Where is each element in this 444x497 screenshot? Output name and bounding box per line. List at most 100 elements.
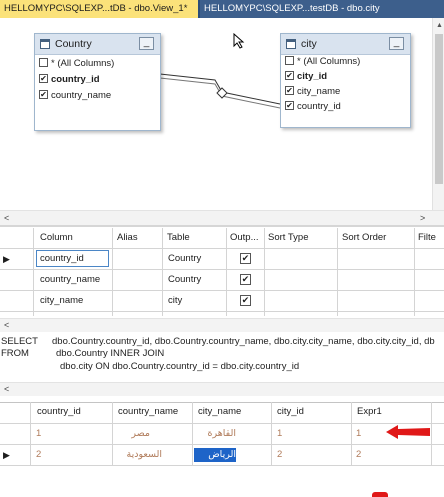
- header-alias[interactable]: Alias: [117, 230, 138, 246]
- criteria-table-cell[interactable]: Country: [168, 251, 201, 267]
- grid-line: [0, 290, 444, 291]
- grid-line: [0, 444, 444, 445]
- red-annotation-mark: [372, 492, 388, 497]
- grid-line: [337, 228, 338, 316]
- column-label: country_id: [297, 101, 341, 112]
- sql-from-line[interactable]: dbo.Country INNER JOIN: [56, 348, 164, 360]
- join-line[interactable]: [160, 60, 290, 120]
- scroll-up-arrow-icon[interactable]: ▲: [436, 22, 443, 29]
- tab-city-table[interactable]: HELLOMYPC\SQLEXP...testDB - dbo.city: [200, 0, 444, 18]
- result-header-country-id[interactable]: country_id: [37, 403, 81, 421]
- criteria-table-cell[interactable]: city: [168, 293, 182, 309]
- grid-line: [30, 402, 31, 466]
- result-header-city-id[interactable]: city_id: [277, 403, 304, 421]
- header-output[interactable]: Outp...: [230, 230, 259, 246]
- criteria-column-cell[interactable]: city_name: [40, 293, 83, 309]
- scroll-left-arrow-icon[interactable]: <: [4, 320, 9, 330]
- sql-pane[interactable]: SELECT dbo.Country.country_id, dbo.Count…: [0, 334, 444, 378]
- result-header-country-name[interactable]: country_name: [118, 403, 178, 421]
- result-header-expr1[interactable]: Expr1: [357, 403, 382, 421]
- output-checkbox[interactable]: ✔: [240, 253, 251, 264]
- column-item-country-id[interactable]: ✔ country_id: [39, 73, 100, 89]
- result-cell-expr1[interactable]: 2: [356, 446, 361, 464]
- country-table-header[interactable]: Country _: [35, 34, 160, 55]
- header-table[interactable]: Table: [167, 230, 190, 246]
- column-item-city-name[interactable]: ✔ city_name: [285, 85, 340, 101]
- sql-join-line[interactable]: dbo.city ON dbo.Country.country_id = dbo…: [60, 361, 299, 373]
- criteria-column-cell[interactable]: country_id: [36, 250, 109, 267]
- result-cell-city-name[interactable]: القاهرة: [196, 425, 236, 443]
- pane-splitter[interactable]: [0, 225, 444, 227]
- grid-line: [226, 228, 227, 316]
- grid-line: [0, 423, 444, 424]
- column-label: * (All Columns): [51, 58, 115, 69]
- mouse-cursor-icon: [233, 33, 245, 49]
- criteria-table-cell[interactable]: Country: [168, 272, 201, 288]
- grid-line: [264, 228, 265, 316]
- scroll-left-arrow-icon[interactable]: <: [4, 213, 9, 223]
- row-selector-arrow-icon[interactable]: ▶: [3, 251, 10, 267]
- country-table-title: Country: [55, 38, 92, 50]
- result-cell-city-id[interactable]: 2: [277, 446, 282, 464]
- column-label: country_id: [51, 74, 100, 85]
- grid-line: [162, 228, 163, 316]
- grid-line: [0, 248, 444, 249]
- checkbox-checked[interactable]: ✔: [285, 85, 294, 95]
- red-arrow-annotation-icon: [386, 425, 430, 439]
- result-cell-country-name[interactable]: السعودية: [116, 446, 162, 464]
- checkbox[interactable]: [285, 55, 294, 65]
- diagram-vertical-scrollbar[interactable]: ▲: [432, 18, 444, 210]
- scroll-right-arrow-icon[interactable]: >: [420, 213, 425, 223]
- minimize-button[interactable]: _: [389, 37, 404, 50]
- minimize-button[interactable]: _: [139, 37, 154, 50]
- diagram-horizontal-scrollbar[interactable]: < >: [0, 210, 444, 225]
- header-sort-type[interactable]: Sort Type: [268, 230, 309, 246]
- result-cell-city-name-selected[interactable]: الرياض: [194, 448, 236, 462]
- result-header-city-name[interactable]: city_name: [198, 403, 241, 421]
- sql-select-keyword: SELECT: [1, 336, 38, 347]
- output-checkbox[interactable]: ✔: [240, 274, 251, 285]
- column-item-country-id[interactable]: ✔ country_id: [285, 100, 341, 116]
- sql-select-list[interactable]: dbo.Country.country_id, dbo.Country.coun…: [52, 336, 435, 348]
- header-filter[interactable]: Filte: [418, 230, 436, 246]
- table-icon: [286, 39, 296, 49]
- country-table-box[interactable]: Country _ * (All Columns) ✔ country_id ✔ c…: [34, 33, 161, 131]
- criteria-horizontal-scrollbar[interactable]: <: [0, 318, 444, 332]
- grid-line: [414, 228, 415, 316]
- scroll-left-arrow-icon[interactable]: <: [4, 384, 9, 394]
- column-item-all[interactable]: * (All Columns): [39, 57, 114, 73]
- header-sort-order[interactable]: Sort Order: [342, 230, 386, 246]
- grid-line: [112, 402, 113, 466]
- result-cell-city-id[interactable]: 1: [277, 425, 282, 443]
- sql-horizontal-scrollbar[interactable]: <: [0, 382, 444, 396]
- column-item-city-id[interactable]: ✔ city_id: [285, 70, 327, 86]
- result-cell-country-id[interactable]: 2: [36, 446, 41, 464]
- grid-line: [112, 228, 113, 316]
- city-table-header[interactable]: city _: [281, 34, 410, 55]
- criteria-grid[interactable]: Column Alias Table Outp... Sort Type Sor…: [0, 228, 444, 318]
- grid-line: [192, 402, 193, 466]
- results-grid[interactable]: country_id country_name city_name city_i…: [0, 402, 444, 497]
- city-table-box[interactable]: city _ * (All Columns) ✔ city_id ✔ city_na…: [280, 33, 411, 128]
- grid-line: [0, 269, 444, 270]
- checkbox[interactable]: [39, 57, 48, 67]
- checkbox-checked[interactable]: ✔: [39, 89, 48, 99]
- checkbox-checked[interactable]: ✔: [285, 100, 294, 110]
- output-checkbox[interactable]: ✔: [240, 295, 251, 306]
- tab-view1[interactable]: HELLOMYPC\SQLEXP...tDB - dbo.View_1*: [0, 0, 198, 18]
- checkbox-checked[interactable]: ✔: [285, 70, 294, 80]
- column-label: * (All Columns): [297, 56, 361, 67]
- result-cell-country-name[interactable]: مصر: [116, 425, 150, 443]
- checkbox-checked[interactable]: ✔: [39, 73, 48, 83]
- column-item-all[interactable]: * (All Columns): [285, 55, 360, 71]
- sql-from-keyword: FROM: [1, 348, 29, 359]
- header-column[interactable]: Column: [40, 230, 73, 246]
- diagram-scroll-thumb[interactable]: [435, 34, 443, 184]
- result-cell-country-id[interactable]: 1: [36, 425, 41, 443]
- row-selector-arrow-icon[interactable]: ▶: [3, 446, 10, 464]
- grid-line: [33, 228, 34, 316]
- result-cell-expr1[interactable]: 1: [356, 425, 361, 443]
- column-item-country-name[interactable]: ✔ country_name: [39, 89, 111, 105]
- criteria-column-cell[interactable]: country_name: [40, 272, 100, 288]
- grid-line: [351, 402, 352, 466]
